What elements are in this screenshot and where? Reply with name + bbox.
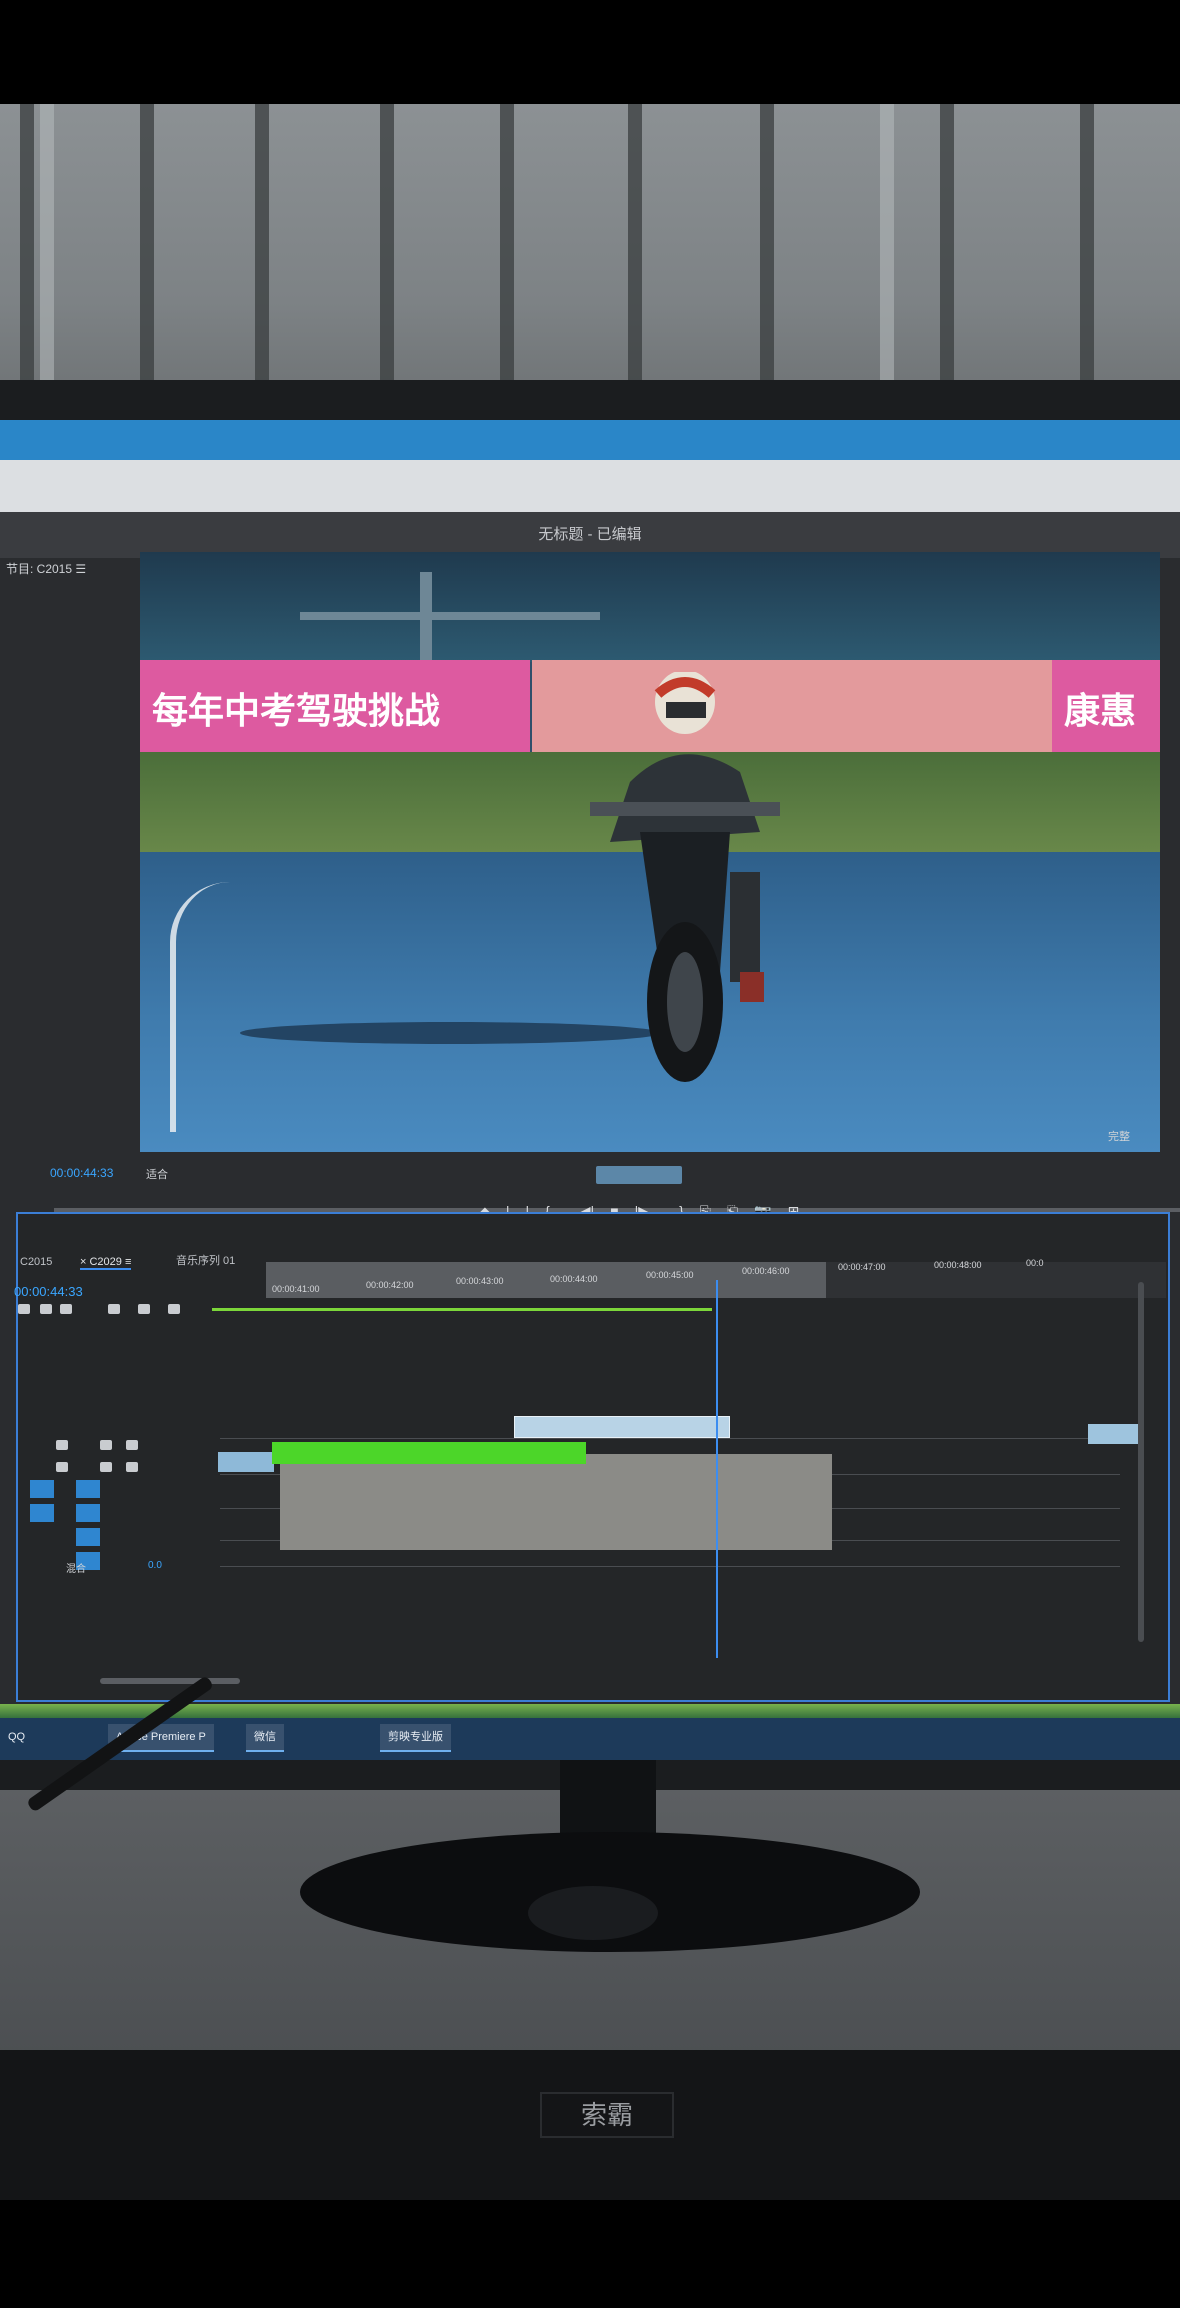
track-divider bbox=[220, 1438, 1120, 1439]
settings-icon[interactable] bbox=[108, 1304, 120, 1314]
ruler-label: 00:00:46:00 bbox=[742, 1266, 790, 1276]
wrench-icon[interactable] bbox=[138, 1304, 150, 1314]
video-clip[interactable] bbox=[514, 1416, 730, 1438]
letterbox-top bbox=[0, 0, 1180, 104]
motorcycle-rider bbox=[590, 672, 780, 1082]
source-patch-v1[interactable] bbox=[30, 1480, 54, 1498]
toggle-output-icon[interactable] bbox=[100, 1440, 112, 1450]
window-top-bar bbox=[0, 420, 1180, 460]
program-video-frame: 每年中考驾驶挑战 康惠 bbox=[140, 552, 1160, 1152]
taskbar-label-qq[interactable]: QQ bbox=[0, 1724, 33, 1750]
ruler-label: 00:00:47:00 bbox=[838, 1262, 886, 1272]
tab-music-sequence[interactable]: 音乐序列 01 bbox=[176, 1252, 235, 1268]
track-divider bbox=[220, 1566, 1120, 1567]
video-sky bbox=[140, 552, 1160, 662]
mix-track-value[interactable]: 0.0 bbox=[148, 1560, 162, 1571]
eye-icon[interactable] bbox=[126, 1440, 138, 1450]
lock-track-icon[interactable] bbox=[56, 1440, 68, 1450]
adjustment-clip[interactable] bbox=[272, 1442, 586, 1464]
program-scrub-handle[interactable] bbox=[596, 1166, 682, 1184]
video-clip[interactable] bbox=[218, 1452, 274, 1472]
ruler-label: 00:00:43:00 bbox=[456, 1276, 504, 1286]
banner-text: 每年中考驾驶挑战 bbox=[152, 690, 441, 731]
banner-text: 康惠 bbox=[1064, 690, 1137, 731]
monitor-stand-knob bbox=[528, 1886, 658, 1940]
work-area-bar[interactable] bbox=[212, 1308, 712, 1311]
eye-icon[interactable] bbox=[126, 1462, 138, 1472]
quality-dropdown[interactable]: 完整 bbox=[1108, 1128, 1130, 1144]
toggle-output-icon[interactable] bbox=[100, 1462, 112, 1472]
timeline-zoom-scrollbar[interactable] bbox=[100, 1678, 240, 1684]
video-curb bbox=[170, 882, 256, 1132]
video-clip[interactable] bbox=[1088, 1424, 1140, 1444]
tab-c2015[interactable]: C2015 bbox=[20, 1256, 52, 1268]
program-timecode[interactable]: 00:00:44:33 bbox=[50, 1166, 113, 1180]
audio-clip-region[interactable] bbox=[280, 1454, 832, 1550]
captions-icon[interactable] bbox=[168, 1304, 180, 1314]
menu-bar bbox=[0, 460, 1180, 512]
snap-icon[interactable] bbox=[18, 1304, 30, 1314]
fit-dropdown[interactable]: 适合 bbox=[146, 1166, 168, 1182]
playhead[interactable] bbox=[716, 1280, 718, 1658]
video-banner-left: 每年中考驾驶挑战 bbox=[140, 660, 530, 760]
video-banner-right: 康惠 bbox=[1052, 660, 1160, 760]
taskbar-item-wechat[interactable]: 微信 bbox=[246, 1724, 284, 1752]
track-target-v1[interactable] bbox=[76, 1480, 100, 1498]
ruler-label: 00:00:42:00 bbox=[366, 1280, 414, 1290]
video-pole bbox=[300, 612, 600, 620]
ruler-label: 00:0 bbox=[1026, 1258, 1044, 1268]
add-marker-icon[interactable] bbox=[60, 1304, 72, 1314]
lock-track-icon[interactable] bbox=[56, 1462, 68, 1472]
program-panel-label[interactable]: 节目: C2015 ☰ bbox=[6, 560, 86, 577]
ruler-label: 00:00:48:00 bbox=[934, 1260, 982, 1270]
ruler-label: 00:00:41:00 bbox=[272, 1284, 320, 1294]
source-patch-a1[interactable] bbox=[30, 1504, 54, 1522]
timeline-vertical-scrollbar[interactable] bbox=[1138, 1282, 1144, 1642]
mix-track-label: 混合 bbox=[66, 1564, 86, 1575]
letterbox-bottom bbox=[0, 2200, 1180, 2308]
ruler-label: 00:00:44:00 bbox=[550, 1274, 598, 1284]
timeline-timecode[interactable]: 00:00:44:33 bbox=[14, 1284, 83, 1299]
ruler-label: 00:00:45:00 bbox=[646, 1270, 694, 1280]
tab-c2029[interactable]: × C2029 ≡ bbox=[80, 1256, 132, 1270]
taskbar-item-jianying[interactable]: 剪映专业版 bbox=[380, 1724, 451, 1752]
track-target-a1[interactable] bbox=[76, 1504, 100, 1522]
linked-selection-icon[interactable] bbox=[40, 1304, 52, 1314]
monitor-brand-logo: 索霸 bbox=[540, 2092, 674, 2138]
track-target-a2[interactable] bbox=[76, 1528, 100, 1546]
